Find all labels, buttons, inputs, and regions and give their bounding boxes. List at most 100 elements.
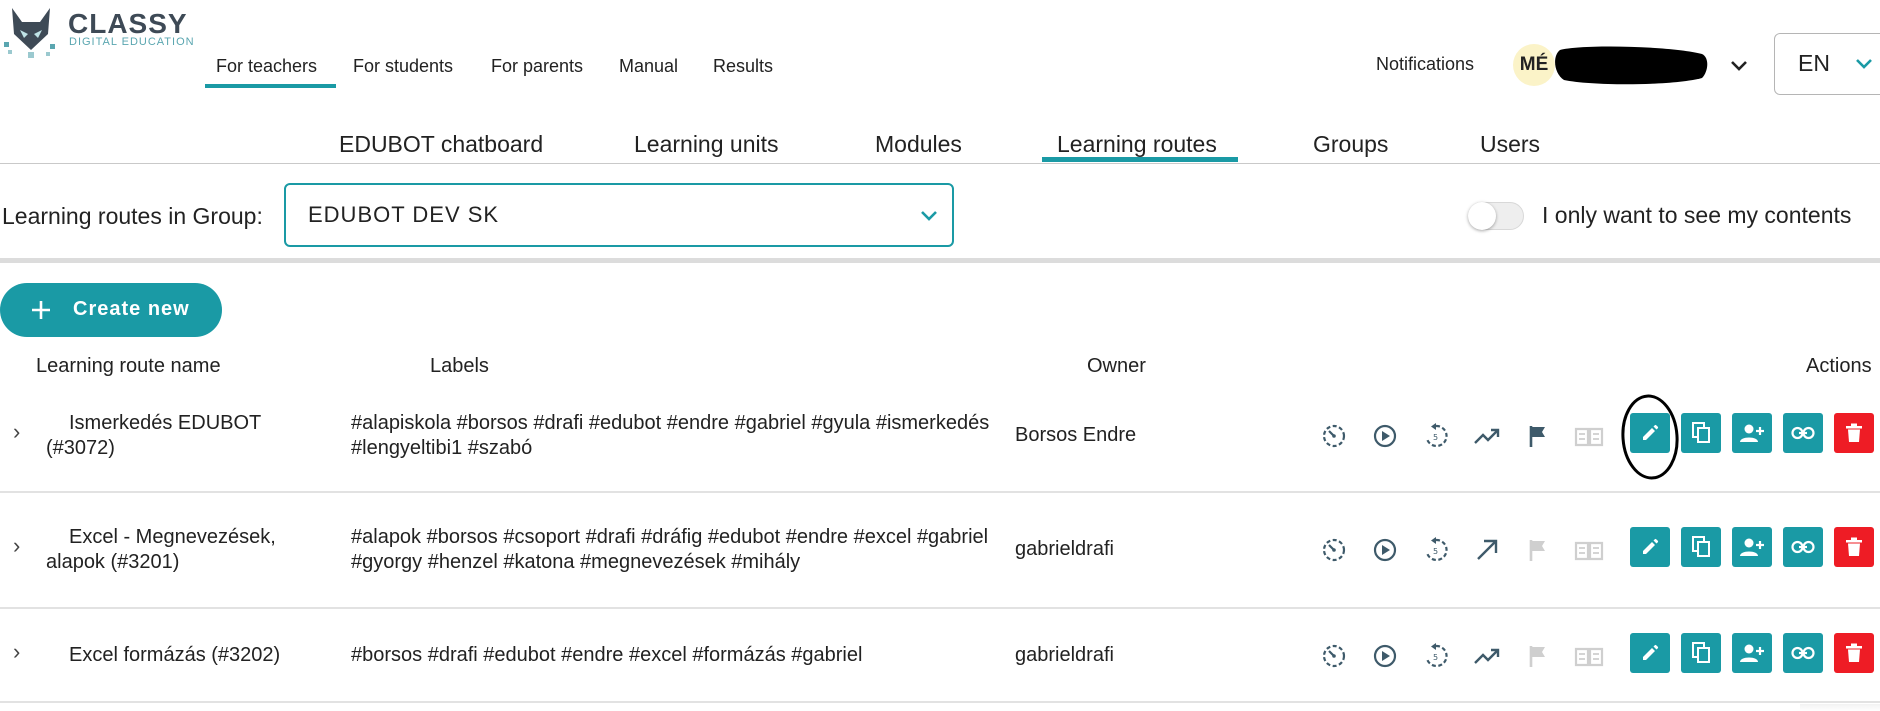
user-menu-chevron-icon[interactable] xyxy=(1728,55,1750,77)
share-with-user-button[interactable] xyxy=(1732,527,1772,567)
table-row: › Excel - Megnevezések, alapok (#3201) #… xyxy=(0,493,1880,607)
expand-row-chevron-icon[interactable]: › xyxy=(13,639,20,665)
play-icon[interactable] xyxy=(1367,638,1403,674)
share-with-user-button[interactable] xyxy=(1732,633,1772,673)
row-divider xyxy=(0,701,1880,703)
route-name[interactable]: Excel - Megnevezések, alapok (#3201) xyxy=(46,525,316,575)
copy-link-button[interactable] xyxy=(1783,633,1823,673)
tab-learning-routes[interactable]: Learning routes xyxy=(1057,131,1217,158)
tab-groups[interactable]: Groups xyxy=(1313,131,1388,158)
delete-button[interactable] xyxy=(1834,413,1874,453)
column-header-labels: Labels xyxy=(430,355,489,377)
duplicate-button[interactable] xyxy=(1681,633,1721,673)
replay-icon[interactable]: 5 xyxy=(1418,532,1454,568)
svg-text:5: 5 xyxy=(1433,547,1438,556)
add-user-icon xyxy=(1740,644,1764,662)
tab-learning-units[interactable]: Learning units xyxy=(634,131,779,158)
tab-edubot-chatboard[interactable]: EDUBOT chatboard xyxy=(339,131,543,158)
replay-icon[interactable]: 5 xyxy=(1418,418,1454,454)
hand-drawn-circle-annotation xyxy=(1621,394,1679,480)
replay-icon[interactable]: 5 xyxy=(1418,638,1454,674)
trash-icon xyxy=(1846,643,1862,662)
flag-icon[interactable] xyxy=(1520,638,1556,674)
copy-icon xyxy=(1692,422,1710,443)
book-icon[interactable] xyxy=(1571,418,1607,454)
book-icon[interactable] xyxy=(1571,532,1607,568)
topnav-results[interactable]: Results xyxy=(713,56,773,77)
route-labels: #alapiskola #borsos #drafi #edubot #endr… xyxy=(351,412,990,459)
topnav-for-students[interactable]: For students xyxy=(353,56,453,77)
link-icon xyxy=(1791,426,1815,440)
toggle-knob xyxy=(1468,202,1496,230)
table-row: › Excel formázás (#3202) #borsos #drafi … xyxy=(0,609,1880,703)
route-name[interactable]: Ismerkedés EDUBOT (#3072) xyxy=(46,411,316,461)
table-row: › Ismerkedés EDUBOT (#3072) #alapiskola … xyxy=(0,393,1880,493)
column-header-owner[interactable]: Owner xyxy=(1087,355,1146,378)
flag-icon[interactable] xyxy=(1520,418,1556,454)
delete-button[interactable] xyxy=(1834,527,1874,567)
flag-icon[interactable] xyxy=(1520,532,1556,568)
add-user-icon xyxy=(1740,424,1764,442)
divider xyxy=(0,163,1880,164)
play-icon[interactable] xyxy=(1367,418,1403,454)
column-header-actions: Actions xyxy=(1806,355,1872,377)
notifications-link[interactable]: Notifications xyxy=(1376,54,1474,75)
expand-row-chevron-icon[interactable]: › xyxy=(13,533,20,559)
route-labels: #borsos #drafi #edubot #endre #excel #fo… xyxy=(351,644,863,666)
topnav-for-teachers[interactable]: For teachers xyxy=(216,56,317,77)
topnav-manual[interactable]: Manual xyxy=(619,56,678,77)
language-value: EN xyxy=(1798,50,1830,76)
timer-icon[interactable] xyxy=(1316,418,1352,454)
group-select-value: EDUBOT DEV SK xyxy=(308,202,500,227)
divider xyxy=(0,258,1880,263)
copy-link-button[interactable] xyxy=(1783,413,1823,453)
avatar[interactable]: MÉ xyxy=(1513,44,1555,86)
scroll-shadow xyxy=(1800,704,1880,711)
link-icon xyxy=(1791,540,1815,554)
arrow-up-right-icon[interactable] xyxy=(1469,532,1505,568)
copy-icon xyxy=(1692,536,1710,557)
tab-active-indicator xyxy=(1042,157,1238,162)
route-owner: Borsos Endre xyxy=(1015,424,1137,446)
route-owner: gabrieldrafi xyxy=(1015,538,1114,560)
edit-button[interactable] xyxy=(1630,527,1670,567)
edit-button[interactable] xyxy=(1630,633,1670,673)
plus-icon xyxy=(32,301,50,319)
redaction-mark xyxy=(1555,46,1708,85)
timer-icon[interactable] xyxy=(1316,638,1352,674)
tab-modules[interactable]: Modules xyxy=(875,131,962,158)
tab-users[interactable]: Users xyxy=(1480,131,1540,158)
trending-up-icon[interactable] xyxy=(1469,418,1505,454)
pencil-icon xyxy=(1643,644,1659,660)
trash-icon xyxy=(1846,423,1862,442)
column-header-name[interactable]: Learning route name xyxy=(36,355,221,378)
trending-up-icon[interactable] xyxy=(1469,638,1505,674)
pencil-icon xyxy=(1643,538,1659,554)
trash-icon xyxy=(1846,537,1862,556)
play-icon[interactable] xyxy=(1367,532,1403,568)
brand-subtitle: DIGITAL EDUCATION xyxy=(69,36,195,48)
svg-text:5: 5 xyxy=(1433,433,1438,442)
link-icon xyxy=(1791,646,1815,660)
timer-icon[interactable] xyxy=(1316,532,1352,568)
my-contents-toggle-label: I only want to see my contents xyxy=(1542,202,1852,228)
share-with-user-button[interactable] xyxy=(1732,413,1772,453)
expand-row-chevron-icon[interactable]: › xyxy=(13,419,20,445)
copy-link-button[interactable] xyxy=(1783,527,1823,567)
svg-text:5: 5 xyxy=(1433,653,1438,662)
delete-button[interactable] xyxy=(1834,633,1874,673)
chevron-down-icon xyxy=(921,211,937,221)
group-filter-label: Learning routes in Group: xyxy=(2,203,263,229)
duplicate-button[interactable] xyxy=(1681,527,1721,567)
copy-icon xyxy=(1692,642,1710,663)
topnav-for-parents[interactable]: For parents xyxy=(491,56,583,77)
route-labels: #alapok #borsos #csoport #drafi #dráfig … xyxy=(351,526,989,573)
topnav-active-indicator xyxy=(205,84,336,88)
duplicate-button[interactable] xyxy=(1681,413,1721,453)
route-owner: gabrieldrafi xyxy=(1015,644,1114,666)
book-icon[interactable] xyxy=(1571,638,1607,674)
route-name[interactable]: Excel formázás (#3202) xyxy=(46,643,316,668)
create-new-label: Create new xyxy=(73,298,190,320)
add-user-icon xyxy=(1740,538,1764,556)
chevron-down-icon xyxy=(1856,59,1872,69)
